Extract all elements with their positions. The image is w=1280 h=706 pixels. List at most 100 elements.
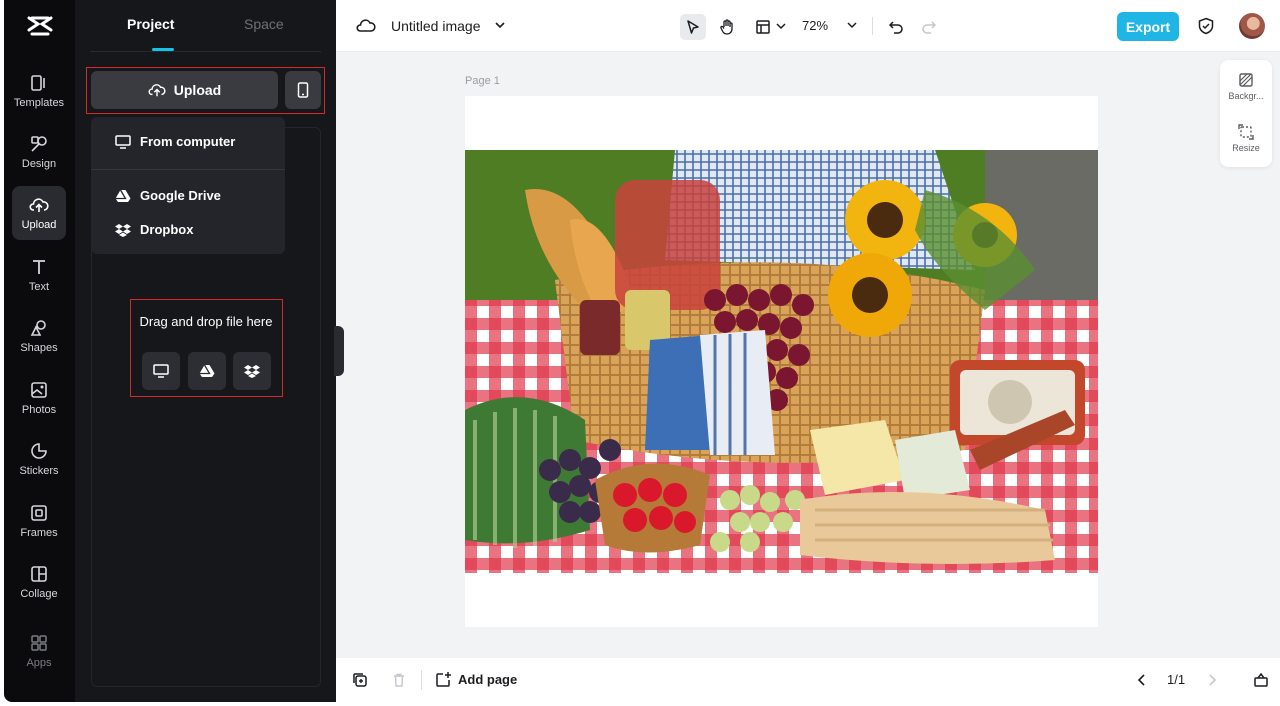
rail-item-upload[interactable]: Upload bbox=[12, 186, 66, 240]
resize-icon bbox=[1238, 124, 1254, 140]
capcut-logo-icon[interactable] bbox=[26, 14, 54, 38]
dropbox-icon bbox=[244, 365, 260, 378]
rail-item-collage[interactable]: Collage bbox=[12, 555, 66, 609]
stickers-icon bbox=[31, 443, 47, 459]
panel-collapse-handle[interactable] bbox=[334, 326, 344, 376]
page-counter: 1/1 bbox=[1167, 672, 1186, 687]
shapes-icon bbox=[30, 320, 46, 336]
photos-icon bbox=[31, 382, 47, 398]
background-tool[interactable]: Backgr... bbox=[1220, 72, 1272, 101]
undo-icon bbox=[888, 21, 903, 34]
tab-project[interactable]: Project bbox=[127, 16, 174, 32]
google-drive-icon bbox=[199, 364, 215, 377]
rail-item-label: Upload bbox=[21, 219, 57, 231]
undo-button[interactable] bbox=[883, 14, 909, 40]
upload-button[interactable]: Upload bbox=[91, 71, 278, 109]
text-icon bbox=[33, 260, 45, 274]
menu-item-google-drive[interactable]: Google Drive bbox=[115, 188, 221, 203]
rail-item-shapes[interactable]: Shapes bbox=[12, 309, 66, 363]
monitor-icon bbox=[153, 364, 169, 378]
rail-item-label: Stickers bbox=[19, 465, 59, 477]
menu-item-dropbox[interactable]: Dropbox bbox=[115, 222, 193, 237]
google-drive-icon bbox=[115, 189, 131, 202]
cloud-save-icon[interactable] bbox=[356, 16, 376, 34]
rail-item-photos[interactable]: Photos bbox=[12, 371, 66, 425]
rail-item-label: Design bbox=[21, 158, 57, 170]
rail-item-label: Shapes bbox=[20, 342, 58, 354]
picnic-photo[interactable] bbox=[465, 150, 1098, 573]
chevron-right-icon[interactable] bbox=[1207, 673, 1217, 687]
resize-tool[interactable]: Resize bbox=[1220, 124, 1272, 153]
background-icon bbox=[1239, 73, 1253, 87]
rail-item-apps[interactable]: Apps bbox=[12, 624, 66, 678]
layout-icon bbox=[756, 20, 770, 34]
duplicate-page-icon[interactable] bbox=[352, 672, 368, 688]
page-manager-icon[interactable] bbox=[1253, 672, 1269, 688]
hand-icon bbox=[720, 19, 733, 35]
chevron-left-icon[interactable] bbox=[1137, 673, 1147, 687]
export-button[interactable]: Export bbox=[1117, 12, 1179, 41]
toolbar-divider bbox=[872, 17, 873, 35]
rail-item-templates[interactable]: Templates bbox=[12, 64, 66, 118]
canvas-page[interactable] bbox=[465, 96, 1098, 627]
redo-button[interactable] bbox=[916, 14, 942, 40]
chevron-down-icon[interactable] bbox=[847, 21, 857, 29]
apps-icon bbox=[31, 635, 47, 651]
add-page-button[interactable]: Add page bbox=[435, 671, 517, 688]
chevron-down-icon[interactable] bbox=[494, 20, 506, 30]
drag-drop-highlight: Drag and drop file here bbox=[130, 299, 283, 397]
panel-tabs: Project Space bbox=[90, 0, 321, 52]
rail-item-label: Frames bbox=[20, 527, 58, 539]
rail-item-text[interactable]: Text bbox=[12, 248, 66, 302]
drag-drop-text: Drag and drop file here bbox=[139, 314, 273, 329]
top-toolbar: Untitled image 72% Export bbox=[336, 0, 1280, 52]
app-window: Templates Design Upload Text Shapes Phot… bbox=[4, 0, 1280, 702]
cloud-upload-icon bbox=[148, 84, 166, 97]
upload-button-label: Upload bbox=[173, 82, 222, 98]
shield-icon[interactable] bbox=[1197, 17, 1215, 35]
dropbox-icon bbox=[115, 223, 131, 237]
zoom-level[interactable]: 72% bbox=[802, 18, 828, 33]
collage-icon bbox=[31, 566, 47, 582]
document-title[interactable]: Untitled image bbox=[391, 18, 481, 34]
rail-item-label: Templates bbox=[13, 97, 65, 109]
add-page-icon bbox=[436, 672, 451, 687]
bottom-toolbar: Add page 1/1 bbox=[336, 658, 1280, 702]
monitor-icon bbox=[115, 134, 131, 149]
design-icon bbox=[31, 136, 47, 152]
upload-from-phone-button[interactable] bbox=[285, 71, 321, 109]
select-tool-button[interactable] bbox=[680, 14, 706, 40]
upload-source-menu: From computer Google Drive Dropbox bbox=[91, 117, 285, 254]
side-tools-panel: Backgr... Resize bbox=[1220, 60, 1272, 167]
upload-icon bbox=[29, 198, 49, 212]
rail-item-label: Photos bbox=[21, 404, 57, 416]
drop-from-computer-button[interactable] bbox=[142, 352, 180, 390]
cursor-icon bbox=[687, 20, 699, 34]
drop-from-dropbox-button[interactable] bbox=[233, 352, 271, 390]
rail-item-frames[interactable]: Frames bbox=[12, 494, 66, 548]
tab-space[interactable]: Space bbox=[244, 16, 284, 32]
rail-item-label: Apps bbox=[26, 657, 52, 669]
hand-tool-button[interactable] bbox=[714, 14, 740, 40]
layout-button[interactable] bbox=[750, 14, 776, 40]
templates-icon bbox=[31, 75, 45, 91]
menu-divider bbox=[91, 169, 285, 170]
trash-icon[interactable] bbox=[391, 672, 407, 688]
chevron-down-icon[interactable] bbox=[776, 22, 786, 30]
rail-item-label: Text bbox=[28, 281, 50, 293]
drop-from-google-drive-button[interactable] bbox=[188, 352, 226, 390]
menu-item-from-computer[interactable]: From computer bbox=[115, 134, 235, 149]
redo-icon bbox=[922, 21, 937, 34]
upload-panel: Project Space Upload From computer Googl… bbox=[75, 0, 336, 702]
page-label: Page 1 bbox=[465, 75, 500, 87]
rail-item-stickers[interactable]: Stickers bbox=[12, 432, 66, 486]
frames-icon bbox=[31, 505, 47, 521]
picnic-image-illustration bbox=[465, 150, 1098, 573]
bottombar-divider bbox=[421, 670, 422, 690]
avatar[interactable] bbox=[1239, 13, 1265, 39]
phone-icon bbox=[297, 82, 309, 98]
upload-highlight: Upload bbox=[86, 67, 325, 114]
active-tab-indicator bbox=[152, 48, 174, 51]
rail-item-design[interactable]: Design bbox=[12, 125, 66, 179]
rail-item-label: Collage bbox=[20, 588, 58, 600]
